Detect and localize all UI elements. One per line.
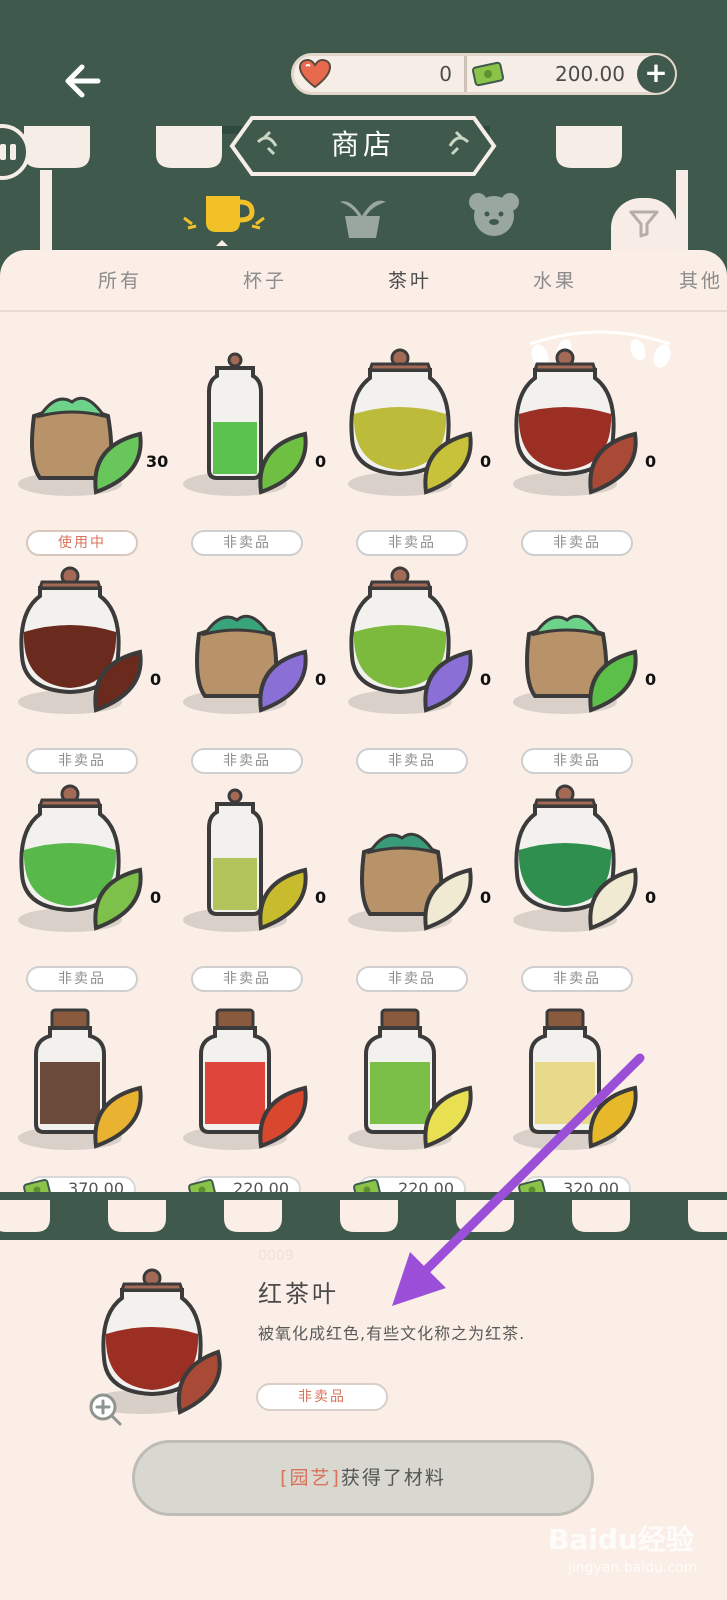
add-money-button[interactable]: + [637, 55, 675, 93]
item-count: 0 [480, 452, 492, 471]
item-count: 0 [150, 888, 162, 907]
shop-item-card[interactable]: 0 非卖品 [330, 560, 495, 780]
money-counter: 200.00 [464, 56, 637, 92]
shop-item-card[interactable]: 0 非卖品 [0, 778, 165, 998]
item-image [348, 348, 473, 496]
shop-item-card[interactable]: 0 非卖品 [495, 778, 660, 998]
shop-title: 商店 [330, 128, 395, 161]
item-count: 0 [315, 670, 327, 689]
not-for-sale-badge: 非卖品 [356, 748, 468, 774]
category-tabs: 所有 杯子 茶叶 水果 其他 [0, 250, 727, 312]
bear-category-icon[interactable] [469, 193, 519, 236]
shop-item-card[interactable]: 370.00 [0, 996, 165, 1210]
not-for-sale-badge: 非卖品 [521, 966, 633, 992]
tab-other[interactable]: 其他 [679, 266, 723, 293]
item-image [348, 566, 473, 714]
tab-cups[interactable]: 杯子 [243, 266, 287, 293]
item-count: 0 [645, 670, 657, 689]
item-image [18, 1008, 143, 1150]
watermark-url: jingyan.baidu.com [568, 1560, 698, 1576]
side-menu-icon[interactable] [0, 122, 34, 182]
item-count: 0 [480, 888, 492, 907]
item-image [348, 832, 473, 932]
money-value: 200.00 [555, 62, 625, 86]
hearts-counter: 0 [294, 56, 464, 92]
item-image [183, 788, 308, 932]
not-for-sale-badge: 非卖品 [521, 748, 633, 774]
hearts-value: 0 [439, 62, 452, 86]
item-image [513, 348, 638, 496]
item-count: 0 [645, 452, 657, 471]
tab-tea[interactable]: 茶叶 [388, 266, 432, 293]
tab-all[interactable]: 所有 [98, 266, 142, 293]
item-image [183, 352, 308, 496]
shop-item-card[interactable]: 0 非卖品 [165, 778, 330, 998]
money-icon [471, 61, 505, 87]
not-for-sale-badge: 非卖品 [191, 530, 303, 556]
item-image [348, 1008, 473, 1150]
shop-item-card[interactable]: 0 非卖品 [165, 342, 330, 562]
button-prefix: [园艺] [280, 1467, 341, 1489]
shop-item-card[interactable]: 0 非卖品 [495, 342, 660, 562]
cup-category-icon[interactable] [183, 196, 265, 246]
shop-item-card[interactable]: 30 使用中 [0, 342, 168, 562]
item-image [18, 566, 143, 714]
item-count: 0 [480, 670, 492, 689]
shop-item-card[interactable]: 0 非卖品 [495, 560, 660, 780]
button-label: 获得了材料 [340, 1467, 446, 1489]
not-for-sale-badge: 非卖品 [256, 1383, 388, 1411]
shop-item-card[interactable]: 220.00 [165, 996, 330, 1210]
not-for-sale-badge: 非卖品 [191, 966, 303, 992]
item-image [513, 784, 638, 932]
currency-bar: 0 200.00 + [291, 53, 677, 95]
item-name: 红茶叶 [258, 1280, 339, 1308]
item-image [183, 1008, 308, 1150]
tab-fruit[interactable]: 水果 [533, 266, 577, 293]
item-count: 0 [645, 888, 657, 907]
not-for-sale-badge: 非卖品 [356, 966, 468, 992]
item-panel: 所有 杯子 茶叶 水果 其他 30 使用中 0 非卖品 0 非卖品 0 非卖品 0 非卖品 0 非卖品… [0, 250, 727, 1210]
heart-icon [298, 59, 332, 89]
back-arrow-icon[interactable] [58, 56, 108, 106]
item-count: 0 [150, 670, 162, 689]
item-image [18, 784, 143, 932]
item-image [513, 1008, 638, 1150]
shop-item-card[interactable]: 0 非卖品 [330, 778, 495, 998]
shop-item-card[interactable]: 320.00 [495, 996, 660, 1210]
item-image [18, 396, 143, 496]
shop-item-card[interactable]: 220.00 [330, 996, 495, 1210]
in-use-badge: 使用中 [26, 530, 138, 556]
shop-item-card[interactable]: 0 非卖品 [165, 560, 330, 780]
not-for-sale-badge: 非卖品 [356, 530, 468, 556]
item-count: 0 [315, 888, 327, 907]
not-for-sale-badge: 非卖品 [26, 748, 138, 774]
shop-item-card[interactable]: 0 非卖品 [330, 342, 495, 562]
plant-category-icon[interactable] [340, 200, 386, 238]
item-id: 0009 [258, 1248, 294, 1264]
obtain-material-button[interactable]: [园艺]获得了材料 [132, 1440, 594, 1516]
filter-icon [629, 210, 659, 238]
bottom-awning [0, 1192, 727, 1232]
not-for-sale-badge: 非卖品 [521, 530, 633, 556]
zoom-icon[interactable] [86, 1390, 126, 1430]
item-description: 被氧化成红色,有些文化称之为红茶. [258, 1324, 526, 1343]
not-for-sale-badge: 非卖品 [191, 748, 303, 774]
item-image [183, 614, 308, 714]
watermark-logo: Baidu经验 [548, 1523, 694, 1556]
shop-item-card[interactable]: 0 非卖品 [0, 560, 165, 780]
item-image [513, 614, 638, 714]
not-for-sale-badge: 非卖品 [26, 966, 138, 992]
item-count: 0 [315, 452, 327, 471]
